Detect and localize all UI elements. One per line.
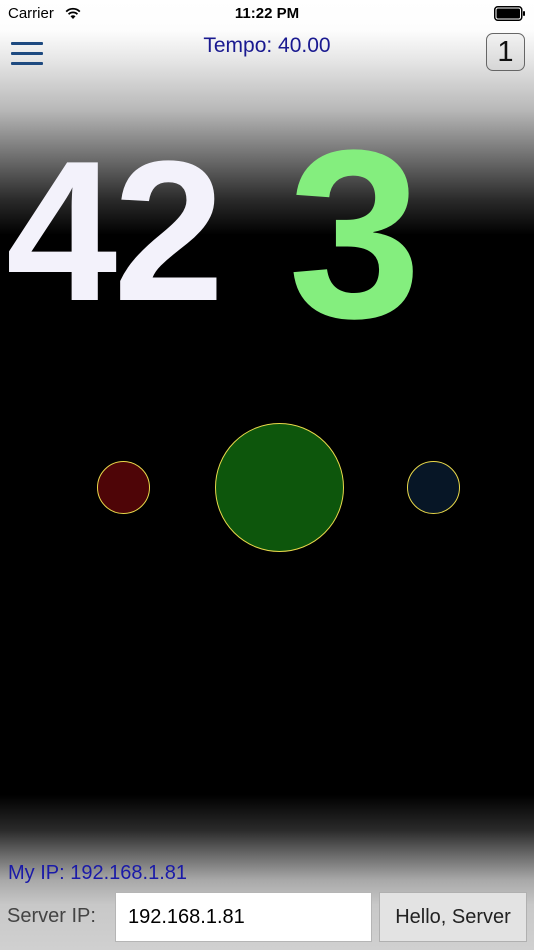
beat-badge-button[interactable]: 1 xyxy=(486,33,525,71)
app-screen: Carrier 11:22 PM Tempo: 40.00 1 42 3 My … xyxy=(0,0,534,950)
indicator-light-center xyxy=(215,423,344,552)
beat-counter: 3 xyxy=(288,100,422,368)
status-bar: Carrier 11:22 PM xyxy=(0,0,534,28)
server-ip-input[interactable] xyxy=(115,892,372,942)
server-ip-label: Server IP: xyxy=(7,905,96,927)
my-ip-label: My IP: 192.168.1.81 xyxy=(8,862,188,884)
tempo-label: Tempo: 40.00 xyxy=(203,34,331,57)
hello-server-button[interactable]: Hello, Server xyxy=(379,892,527,942)
clock: 11:22 PM xyxy=(234,5,300,22)
measure-counter: 42 xyxy=(6,120,224,343)
battery-icon xyxy=(494,6,525,21)
indicator-light-left xyxy=(97,461,150,514)
indicator-light-right xyxy=(407,461,460,514)
